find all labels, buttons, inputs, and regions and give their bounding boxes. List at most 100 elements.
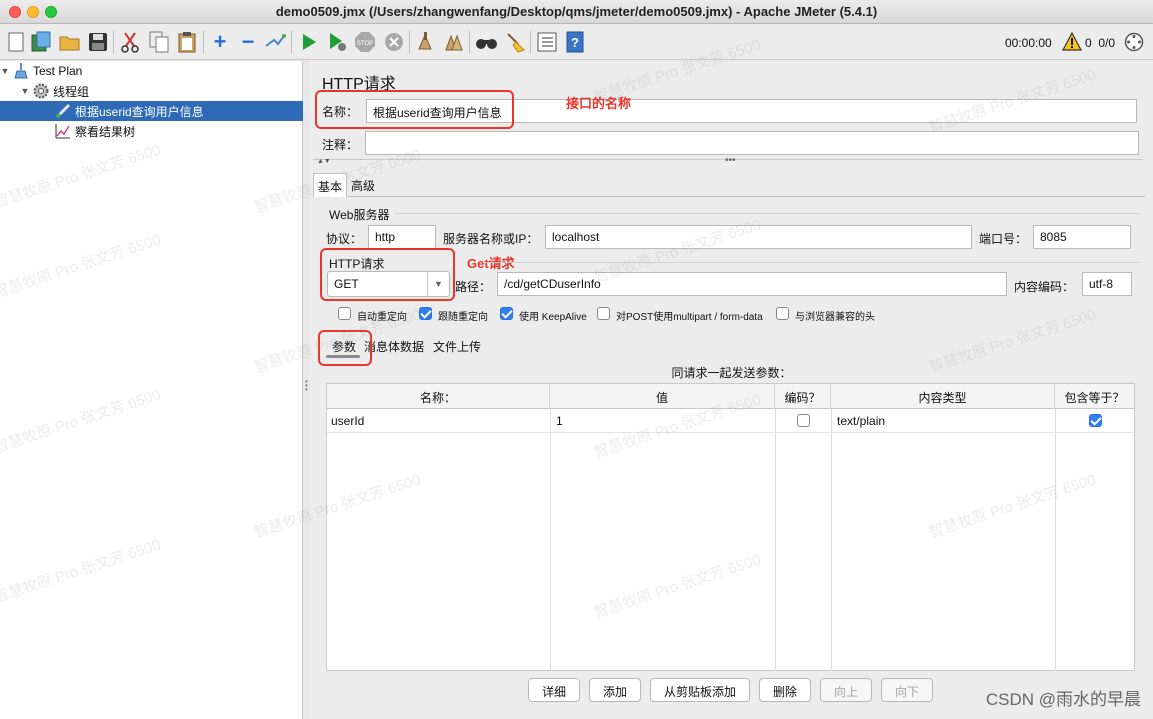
expand-icon[interactable]: + (208, 30, 232, 54)
browser-headers-checkbox[interactable] (776, 307, 789, 320)
title-bar: demo0509.jmx (/Users/zhangwenfang/Deskto… (0, 0, 1153, 24)
svg-text:?: ? (571, 35, 579, 50)
remote-status-icon[interactable] (1124, 32, 1144, 52)
browser-headers-label: 与浏览器兼容的头 (795, 312, 875, 323)
thread-count: 0/0 (1098, 36, 1116, 50)
http-request-panel: HTTP请求 名称： 根据userid查询用户信息 接口的名称 注释： ▲▼ •… (310, 61, 1153, 719)
search-icon[interactable] (475, 30, 499, 54)
comment-label: 注释： (322, 138, 359, 152)
detail-button[interactable]: 详细 (528, 678, 580, 702)
tree-item-test-plan[interactable]: ▼ Test Plan (0, 61, 303, 81)
templates-icon[interactable] (29, 30, 53, 54)
toolbar: + − STOP ? 00:00:00 0 0/0 (0, 24, 1153, 60)
server-label: 服务器名称或IP： (443, 232, 539, 246)
column-header-value[interactable]: 值 (550, 384, 775, 409)
clear-icon[interactable] (414, 30, 438, 54)
tree-item-label: 线程组 (53, 84, 90, 99)
tree-item-thread-group[interactable]: ▼ 线程组 (0, 81, 303, 101)
move-down-button[interactable]: 向下 (881, 678, 933, 702)
window-title: demo0509.jmx (/Users/zhangwenfang/Deskto… (275, 4, 878, 19)
move-up-button[interactable]: 向上 (820, 678, 872, 702)
tree-item-view-results-tree[interactable]: 察看结果树 (0, 121, 303, 141)
follow-redirect-checkbox[interactable] (419, 307, 432, 320)
encoding-field[interactable]: utf-8 (1082, 272, 1132, 296)
collapse-icon[interactable]: − (236, 30, 260, 54)
keepalive-label: 使用 KeepAlive (519, 312, 587, 323)
start-no-pause-icon[interactable] (325, 30, 349, 54)
protocol-field[interactable]: http (368, 225, 436, 249)
elapsed-time: 00:00:00 (1005, 36, 1052, 50)
multipart-label: 对POST使用multipart / form-data (616, 312, 763, 323)
delete-button[interactable]: 删除 (759, 678, 811, 702)
csdn-watermark: CSDN @雨水的早晨 (985, 690, 1141, 709)
toggle-icon[interactable] (263, 30, 287, 54)
annotation-box-params (318, 330, 372, 366)
paste-icon[interactable] (175, 30, 199, 54)
test-plan-icon (13, 63, 29, 79)
annotation-name-note: 接口的名称 (566, 96, 632, 111)
pen-icon (55, 103, 71, 119)
comment-field[interactable] (365, 131, 1139, 155)
tree-item-http-request[interactable]: 根据userid查询用户信息 (0, 101, 303, 121)
keepalive-checkbox[interactable] (500, 307, 513, 320)
annotation-box-method (320, 248, 455, 301)
auto-redirect-checkbox[interactable] (338, 307, 351, 320)
open-icon[interactable] (58, 30, 82, 54)
svg-text:STOP: STOP (357, 41, 373, 47)
param-name-cell[interactable]: userId (331, 410, 364, 432)
collapse-arrows-icon[interactable]: ▲▼ (317, 158, 331, 165)
tree-item-label: 根据userid查询用户信息 (75, 104, 204, 119)
splitter-handle[interactable]: • • • (305, 378, 309, 396)
param-value-cell[interactable]: 1 (556, 410, 563, 432)
path-field[interactable]: /cd/getCDuserInfo (497, 272, 1007, 296)
web-server-group-label: Web服务器 (329, 208, 390, 222)
path-label: 路径： (455, 280, 492, 294)
cut-icon[interactable] (118, 30, 142, 54)
port-label: 端口号： (979, 232, 1028, 246)
protocol-label: 协议： (326, 232, 363, 246)
help-icon[interactable]: ? (563, 30, 587, 54)
encoding-label: 内容编码： (1014, 280, 1075, 294)
reset-search-icon[interactable] (503, 30, 527, 54)
column-header-name[interactable]: 名称： (327, 384, 550, 409)
tree-item-label: Test Plan (33, 64, 83, 78)
shutdown-icon[interactable] (382, 30, 406, 54)
expand-triangle-icon[interactable]: ▼ (20, 86, 30, 96)
error-count: 0 0/0 (1085, 36, 1115, 50)
function-helper-icon[interactable] (535, 30, 559, 54)
add-button[interactable]: 添加 (589, 678, 641, 702)
add-from-clipboard-button[interactable]: 从剪贴板添加 (650, 678, 750, 702)
drag-dots-icon[interactable]: ••• (725, 155, 736, 166)
param-content-type-cell[interactable]: text/plain (837, 410, 885, 432)
stop-icon[interactable]: STOP (353, 30, 377, 54)
param-include-equals-checkbox[interactable] (1089, 414, 1102, 427)
port-field[interactable]: 8085 (1033, 225, 1131, 249)
tab-body-data[interactable]: 消息体数据 (364, 338, 424, 355)
tree-item-label: 察看结果树 (75, 124, 136, 139)
config-tabs: 基本 高级 (313, 171, 1145, 197)
save-icon[interactable] (86, 30, 110, 54)
chart-icon (55, 123, 71, 139)
tab-advanced[interactable]: 高级 (347, 173, 379, 197)
tab-file-upload[interactable]: 文件上传 (433, 338, 481, 355)
collapse-bar[interactable]: ▲▼ ••• (313, 155, 1143, 169)
params-table: 名称： 值 编码？ 内容类型 包含等于？ userId 1 text/plain (326, 383, 1135, 671)
column-header-encode[interactable]: 编码？ (775, 384, 831, 409)
column-header-content-type[interactable]: 内容类型 (831, 384, 1055, 409)
start-icon[interactable] (297, 30, 321, 54)
params-title: 同请求一起发送参数： (671, 366, 792, 380)
new-icon[interactable] (4, 30, 28, 54)
error-count-value: 0 (1085, 36, 1092, 50)
multipart-checkbox[interactable] (597, 307, 610, 320)
gear-icon (33, 83, 49, 99)
clear-all-icon[interactable] (442, 30, 466, 54)
server-field[interactable]: localhost (545, 225, 972, 249)
test-plan-tree: ▼ Test Plan ▼ 线程组 根据userid查询用户信息 察看结果树 (0, 61, 303, 719)
tab-basic[interactable]: 基本 (313, 173, 348, 197)
copy-icon[interactable] (147, 30, 171, 54)
param-encode-checkbox[interactable] (797, 414, 810, 427)
expand-triangle-icon[interactable]: ▼ (0, 66, 10, 76)
column-header-include-equals[interactable]: 包含等于？ (1055, 384, 1134, 409)
annotation-box-name (315, 90, 514, 129)
warning-icon[interactable] (1062, 31, 1082, 52)
